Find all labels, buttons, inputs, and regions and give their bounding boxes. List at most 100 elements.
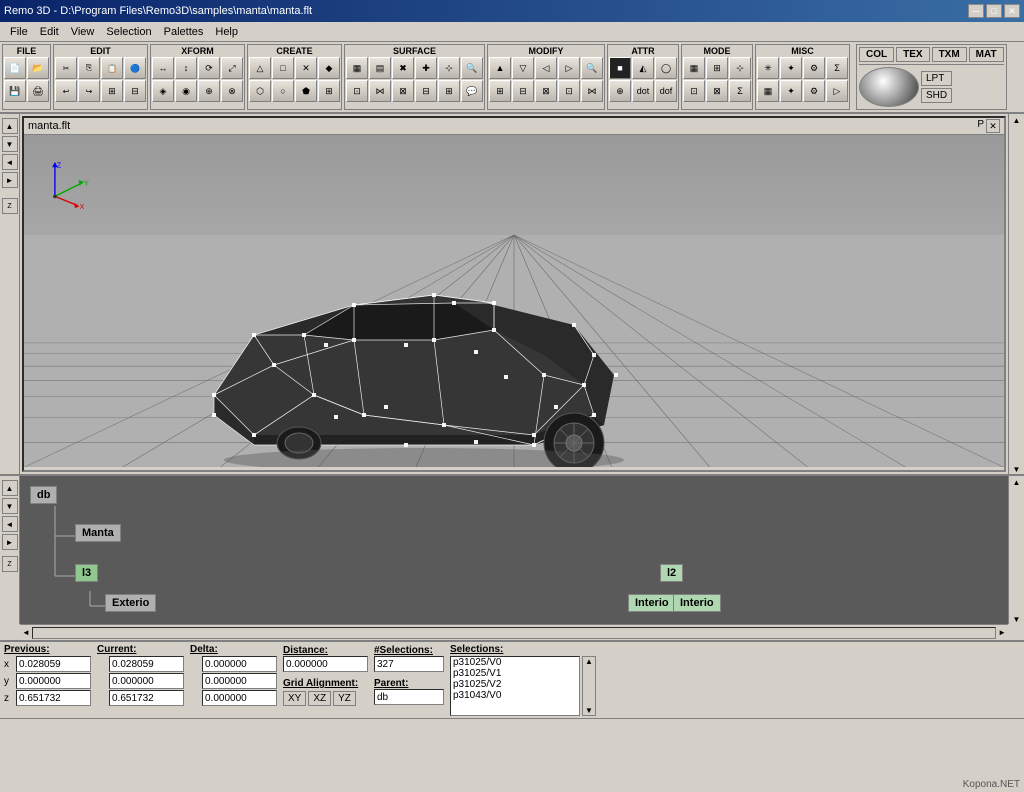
file-save-btn[interactable]: 💾 xyxy=(4,80,26,102)
delta-z-field[interactable] xyxy=(202,690,277,706)
create-btn3[interactable]: ✕ xyxy=(295,57,317,79)
vscroll-down[interactable]: ▼ xyxy=(1013,465,1021,474)
close-button[interactable]: ✕ xyxy=(1004,4,1020,18)
curr-x-field[interactable] xyxy=(109,656,184,672)
lpt-btn[interactable]: LPT xyxy=(921,71,952,86)
modify-btn6[interactable]: ⊞ xyxy=(489,80,511,102)
modify-btn3[interactable]: ◁ xyxy=(535,57,557,79)
mode-btn2[interactable]: ⊞ xyxy=(706,57,728,79)
edit-btn6[interactable]: ⊟ xyxy=(124,80,146,102)
menu-selection[interactable]: Selection xyxy=(100,24,157,40)
surface-btn11[interactable]: ⊞ xyxy=(438,80,460,102)
minimize-button[interactable]: ─ xyxy=(968,4,984,18)
file-print-btn[interactable]: 🖨 xyxy=(27,80,49,102)
xform-btn6[interactable]: ◉ xyxy=(175,80,197,102)
col-tab[interactable]: COL xyxy=(859,47,894,62)
surface-btn5[interactable]: ⊹ xyxy=(438,57,460,79)
create-btn2[interactable]: □ xyxy=(272,57,294,79)
scroll-down-btn[interactable]: ▼ xyxy=(2,136,18,152)
curr-y-field[interactable] xyxy=(109,673,184,689)
attr-btn4[interactable]: ⊕ xyxy=(609,80,631,102)
hier-vscroll-up[interactable]: ▲ xyxy=(1013,478,1021,487)
edit-undo[interactable]: ↩ xyxy=(55,80,77,102)
create-btn5[interactable]: ⬡ xyxy=(249,80,271,102)
xform-btn3[interactable]: ⟳ xyxy=(198,57,220,79)
modify-btn9[interactable]: ⊡ xyxy=(558,80,580,102)
misc-btn8[interactable]: ▷ xyxy=(826,80,848,102)
menu-help[interactable]: Help xyxy=(209,24,244,40)
xform-btn1[interactable]: ↔ xyxy=(152,57,174,79)
mode-btn5[interactable]: ⊠ xyxy=(706,80,728,102)
vscroll-up[interactable]: ▲ xyxy=(1013,116,1021,125)
menu-view[interactable]: View xyxy=(65,24,101,40)
file-new-btn[interactable]: 📄 xyxy=(4,57,26,79)
grid-xz-btn[interactable]: XZ xyxy=(308,691,331,706)
zoom-z-btn[interactable]: Z xyxy=(2,198,18,214)
delta-y-field[interactable] xyxy=(202,673,277,689)
attr-btn5[interactable]: dot xyxy=(632,80,654,102)
modify-btn2[interactable]: ▽ xyxy=(512,57,534,79)
mode-btn6[interactable]: Σ xyxy=(729,80,751,102)
create-btn1[interactable]: △ xyxy=(249,57,271,79)
create-btn4[interactable]: ◆ xyxy=(318,57,340,79)
menu-file[interactable]: File xyxy=(4,24,34,40)
hier-left-btn[interactable]: ◄ xyxy=(2,516,18,532)
attr-btn1[interactable]: ■ xyxy=(609,57,631,79)
menu-palettes[interactable]: Palettes xyxy=(158,24,210,40)
xform-btn4[interactable]: ⤢ xyxy=(221,57,243,79)
misc-btn7[interactable]: ⚙ xyxy=(803,80,825,102)
modify-btn5[interactable]: 🔍 xyxy=(581,57,603,79)
surface-btn10[interactable]: ⊟ xyxy=(415,80,437,102)
file-open-btn[interactable]: 📂 xyxy=(27,57,49,79)
nselections-field[interactable] xyxy=(374,656,444,672)
modify-btn10[interactable]: ⋈ xyxy=(581,80,603,102)
edit-btn3[interactable]: 📋 xyxy=(101,57,123,79)
hier-node-manta[interactable]: Manta xyxy=(75,524,121,542)
hier-down-btn[interactable]: ▼ xyxy=(2,498,18,514)
edit-btn4[interactable]: 🔵 xyxy=(124,57,146,79)
modify-btn8[interactable]: ⊠ xyxy=(535,80,557,102)
edit-btn2[interactable]: ⎘ xyxy=(78,57,100,79)
modify-btn4[interactable]: ▷ xyxy=(558,57,580,79)
surface-btn4[interactable]: ✚ xyxy=(415,57,437,79)
surface-btn1[interactable]: ▦ xyxy=(346,57,368,79)
surface-btn2[interactable]: ▤ xyxy=(369,57,391,79)
distance-field[interactable] xyxy=(283,656,368,672)
attr-btn2[interactable]: ◭ xyxy=(632,57,654,79)
xform-btn7[interactable]: ⊕ xyxy=(198,80,220,102)
mode-btn3[interactable]: ⊹ xyxy=(729,57,751,79)
maximize-button[interactable]: □ xyxy=(986,4,1002,18)
xform-btn5[interactable]: ◈ xyxy=(152,80,174,102)
delta-x-field[interactable] xyxy=(202,656,277,672)
edit-btn1[interactable]: ✂ xyxy=(55,57,77,79)
mat-tab[interactable]: MAT xyxy=(969,47,1004,62)
surface-btn12[interactable]: 💬 xyxy=(461,80,483,102)
edit-btn5[interactable]: ⊞ xyxy=(101,80,123,102)
scroll-up-btn[interactable]: ▲ xyxy=(2,118,18,134)
misc-btn1[interactable]: ✳ xyxy=(757,57,779,79)
sel-scroll-down[interactable]: ▼ xyxy=(583,706,595,715)
prev-x-field[interactable] xyxy=(16,656,91,672)
hier-vscroll-down[interactable]: ▼ xyxy=(1013,615,1021,624)
hier-hscroll-right[interactable]: ► xyxy=(996,628,1008,637)
hier-z-btn[interactable]: Z xyxy=(2,556,18,572)
hier-node-interio2[interactable]: Interio xyxy=(673,594,721,612)
viewport-close-btn[interactable]: ✕ xyxy=(986,119,1000,133)
hier-node-db[interactable]: db xyxy=(30,486,57,504)
scroll-right-btn[interactable]: ► xyxy=(2,172,18,188)
txm-tab[interactable]: TXM xyxy=(932,47,967,62)
create-btn7[interactable]: ⬟ xyxy=(295,80,317,102)
mode-btn4[interactable]: ⊡ xyxy=(683,80,705,102)
surface-btn6[interactable]: 🔍 xyxy=(461,57,483,79)
viewport-vscroll[interactable]: ▲ ▼ xyxy=(1008,114,1024,474)
xform-btn2[interactable]: ↕ xyxy=(175,57,197,79)
create-btn8[interactable]: ⊞ xyxy=(318,80,340,102)
misc-btn5[interactable]: ▦ xyxy=(757,80,779,102)
modify-btn7[interactable]: ⊟ xyxy=(512,80,534,102)
hier-node-interio1[interactable]: Interio xyxy=(628,594,676,612)
selections-list[interactable]: p31025/V0 p31025/V1 p31025/V2 p31043/V0 xyxy=(450,656,580,716)
tex-tab[interactable]: TEX xyxy=(896,47,929,62)
mode-btn1[interactable]: ▦ xyxy=(683,57,705,79)
shd-btn[interactable]: SHD xyxy=(921,88,952,103)
prev-z-field[interactable] xyxy=(16,690,91,706)
